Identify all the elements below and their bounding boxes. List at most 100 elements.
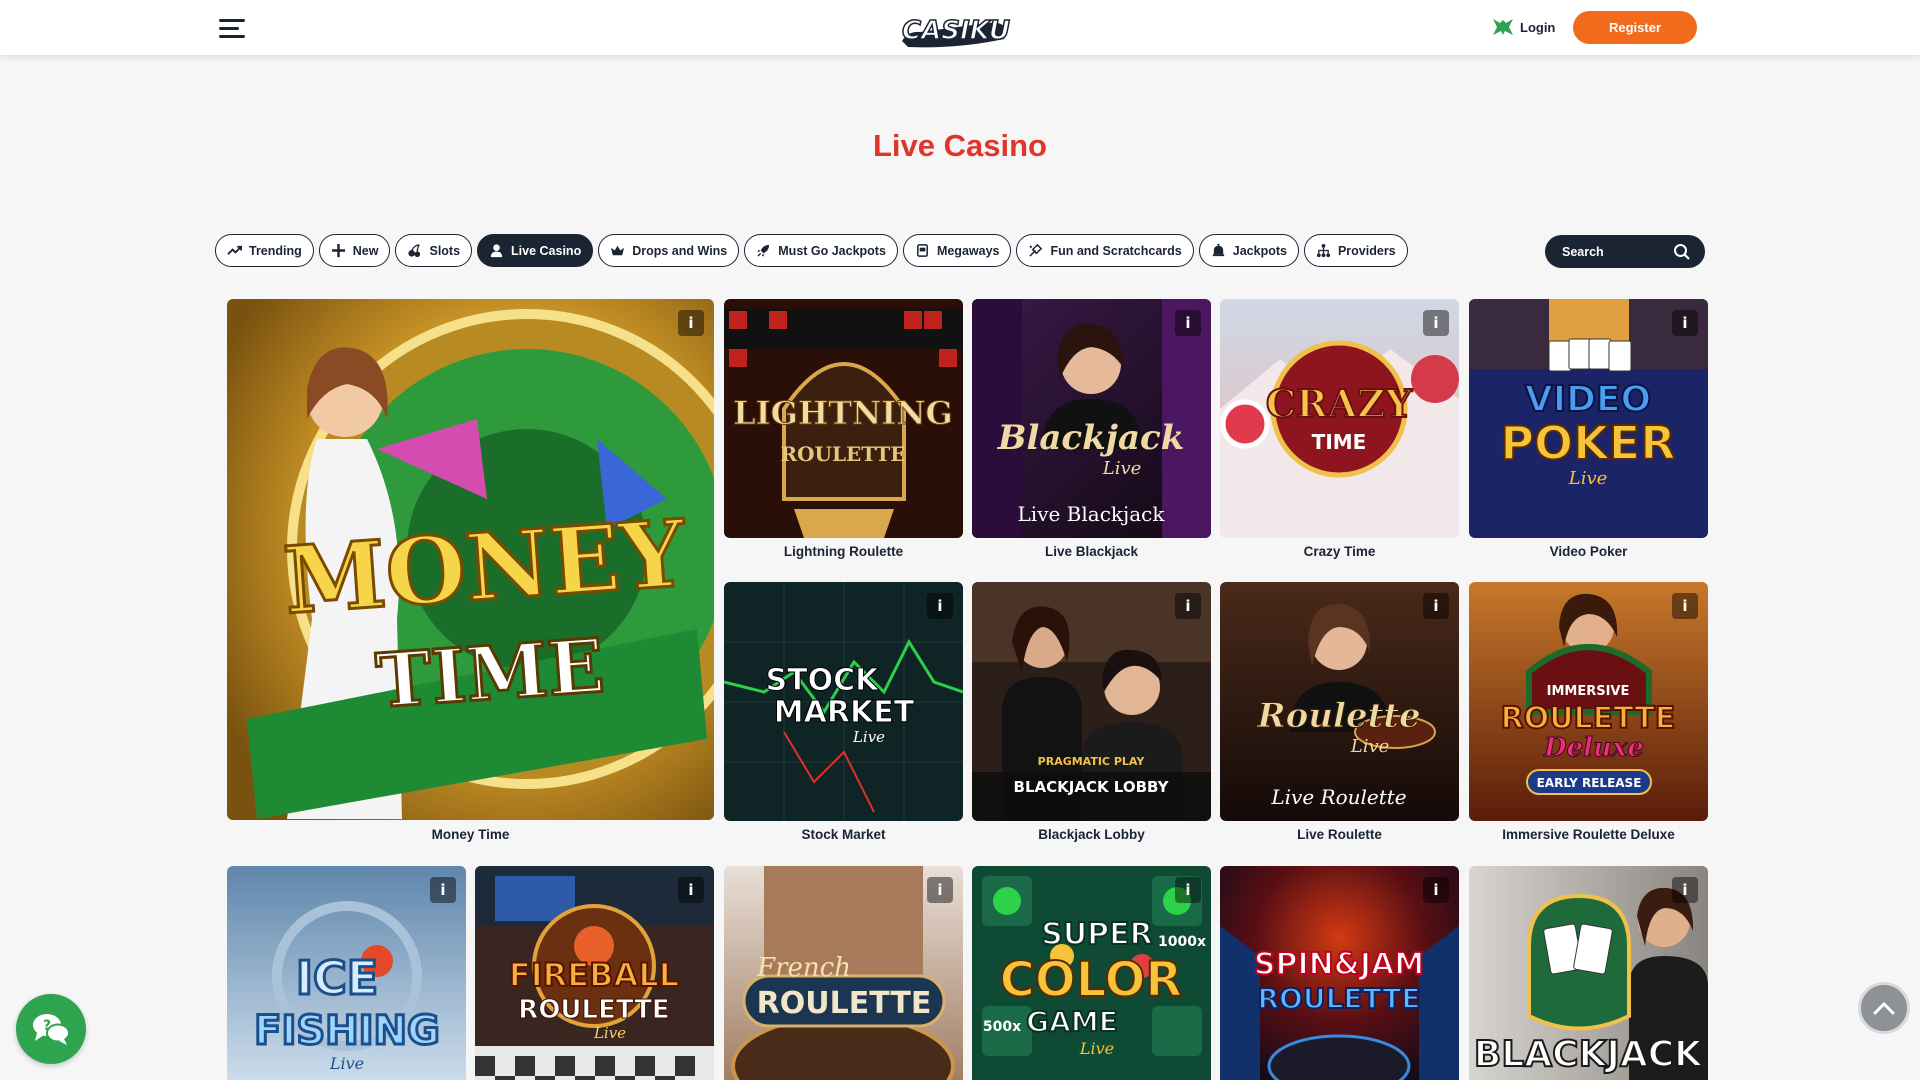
live-chat-button[interactable]: ? bbox=[16, 994, 86, 1064]
game-tile-video-poker[interactable]: VIDEO POKER Live i Video Poker bbox=[1469, 299, 1708, 561]
game-info-button[interactable]: i bbox=[1175, 310, 1201, 336]
game-info-button[interactable]: i bbox=[1175, 877, 1201, 903]
game-tile-money-time[interactable]: MONEY TIME i Money Time bbox=[227, 299, 714, 844]
game-thumbnail[interactable]: SUPER 1000x COLOR 500x GAME Live i bbox=[972, 866, 1211, 1080]
scroll-to-top-button[interactable] bbox=[1858, 982, 1910, 1034]
art-subtitle: FISHING bbox=[254, 1008, 440, 1054]
casiku-logo[interactable]: CASIKU bbox=[898, 5, 1014, 51]
game-tile-live-blackjack[interactable]: Blackjack Live Live Blackjack i Live Bla… bbox=[972, 299, 1211, 561]
category-live-casino[interactable]: Live Casino bbox=[477, 234, 594, 267]
game-tile-blackjack-lobby[interactable]: PRAGMATIC PLAY BLACKJACK LOBBY i Blackja… bbox=[972, 582, 1211, 844]
game-info-button[interactable]: i bbox=[927, 593, 953, 619]
search-input[interactable] bbox=[1562, 244, 1662, 259]
immersive-roulette-artwork: IMMERSIVE ROULETTE Deluxe EARLY RELEASE bbox=[1469, 582, 1708, 821]
game-title[interactable]: Video Poker bbox=[1469, 544, 1708, 559]
login-link[interactable]: Login bbox=[1492, 17, 1555, 37]
bell-icon bbox=[1212, 243, 1224, 257]
dealer-icon bbox=[490, 244, 503, 258]
game-thumbnail[interactable]: BLACKJACK i bbox=[1469, 866, 1708, 1080]
game-info-button[interactable]: i bbox=[1672, 593, 1698, 619]
magnifier-icon[interactable] bbox=[1673, 243, 1691, 261]
art-title: BLACKJACK LOBBY bbox=[1014, 778, 1170, 796]
game-tile-ice-fishing[interactable]: ICE FISHING Live i bbox=[227, 866, 466, 1080]
game-thumbnail[interactable]: ICE FISHING Live i bbox=[227, 866, 466, 1080]
blackjack-lobby-artwork: PRAGMATIC PLAY BLACKJACK LOBBY bbox=[972, 582, 1211, 821]
site-header: CASIKU Login Register bbox=[0, 0, 1920, 55]
game-thumbnail[interactable]: Blackjack Live Live Blackjack i bbox=[972, 299, 1211, 538]
category-trending[interactable]: Trending bbox=[215, 234, 314, 267]
game-title[interactable]: Immersive Roulette Deluxe bbox=[1469, 827, 1708, 842]
live-blackjack-artwork: Blackjack Live Live Blackjack bbox=[972, 299, 1211, 538]
game-info-button[interactable]: i bbox=[927, 877, 953, 903]
game-tile-lightning-roulette[interactable]: LIGHTNING ROULETTE Lightning Roulette bbox=[724, 299, 963, 561]
game-title[interactable]: Crazy Time bbox=[1220, 544, 1459, 559]
game-tile-live-roulette[interactable]: Roulette Live Live Roulette i Live Roule… bbox=[1220, 582, 1459, 844]
game-info-button[interactable]: i bbox=[678, 877, 704, 903]
game-thumbnail[interactable]: SPIN&JAM ROULETTE i bbox=[1220, 866, 1459, 1080]
art-title: Roulette bbox=[1256, 696, 1420, 736]
art-title: ROULETTE bbox=[1501, 701, 1676, 736]
game-tile-blackjack[interactable]: BLACKJACK i bbox=[1469, 866, 1708, 1080]
game-tile-fireball-roulette[interactable]: FIREBALL ROULETTE Live i bbox=[475, 866, 714, 1080]
game-thumbnail[interactable]: LIGHTNING ROULETTE bbox=[724, 299, 963, 538]
category-megaways[interactable]: Megaways bbox=[902, 234, 1012, 267]
game-info-button[interactable]: i bbox=[1423, 877, 1449, 903]
game-thumbnail[interactable]: VIDEO POKER Live i bbox=[1469, 299, 1708, 538]
game-info-button[interactable]: i bbox=[678, 310, 704, 336]
game-thumbnail[interactable]: IMMERSIVE ROULETTE Deluxe EARLY RELEASE … bbox=[1469, 582, 1708, 821]
game-title[interactable]: Money Time bbox=[227, 827, 714, 842]
register-button[interactable]: Register bbox=[1573, 11, 1697, 44]
game-thumbnail[interactable]: MONEY TIME i bbox=[227, 299, 714, 820]
art-multiplier-1000: 1000x bbox=[1158, 934, 1206, 950]
game-info-button[interactable]: i bbox=[1672, 310, 1698, 336]
game-title[interactable]: Stock Market bbox=[724, 827, 963, 842]
game-title[interactable]: Live Roulette bbox=[1220, 827, 1459, 842]
category-new[interactable]: New bbox=[318, 234, 391, 267]
game-tile-french-roulette[interactable]: French ROULETTE i bbox=[724, 866, 963, 1080]
category-fun-and-scratchcards[interactable]: Fun and Scratchcards bbox=[1016, 234, 1194, 267]
category-label: Fun and Scratchcards bbox=[1050, 243, 1182, 258]
art-title: CRAZY bbox=[1266, 381, 1413, 426]
category-slots[interactable]: Slots bbox=[395, 234, 473, 267]
category-label: Must Go Jackpots bbox=[778, 243, 886, 258]
art-subtitle: ROULETTE bbox=[780, 442, 905, 466]
art-badge: EARLY RELEASE bbox=[1537, 776, 1642, 790]
art-super: SUPER bbox=[1041, 917, 1153, 952]
game-thumbnail[interactable]: PRAGMATIC PLAY BLACKJACK LOBBY i bbox=[972, 582, 1211, 821]
game-info-button[interactable]: i bbox=[1175, 593, 1201, 619]
chevron-up-icon bbox=[1873, 1001, 1895, 1015]
game-title[interactable]: Blackjack Lobby bbox=[972, 827, 1211, 842]
category-label: Megaways bbox=[936, 243, 1000, 258]
game-title[interactable]: Lightning Roulette bbox=[724, 544, 963, 559]
category-providers[interactable]: Providers bbox=[1303, 234, 1408, 267]
game-thumbnail[interactable]: French ROULETTE i bbox=[724, 866, 963, 1080]
category-drops-and-wins[interactable]: Drops and Wins bbox=[598, 234, 740, 267]
game-thumbnail[interactable]: STOCK MARKET Live i bbox=[724, 582, 963, 821]
game-thumbnail[interactable]: FIREBALL ROULETTE Live i bbox=[475, 866, 714, 1080]
game-title[interactable]: Live Blackjack bbox=[972, 544, 1211, 559]
game-tile-immersive-roulette-deluxe[interactable]: IMMERSIVE ROULETTE Deluxe EARLY RELEASE … bbox=[1469, 582, 1708, 844]
art-immersive: IMMERSIVE bbox=[1547, 684, 1630, 699]
category-must-go-jackpots[interactable]: Must Go Jackpots bbox=[744, 234, 898, 267]
game-thumbnail[interactable]: CRAZY TIME i bbox=[1220, 299, 1459, 538]
game-info-button[interactable]: i bbox=[430, 877, 456, 903]
game-info-button[interactable]: i bbox=[1423, 310, 1449, 336]
game-info-button[interactable]: i bbox=[1672, 877, 1698, 903]
game-tile-super-color-game[interactable]: SUPER 1000x COLOR 500x GAME Live i bbox=[972, 866, 1211, 1080]
game-info-button[interactable]: i bbox=[1423, 593, 1449, 619]
network-icon bbox=[1316, 243, 1331, 258]
hamburger-menu-icon[interactable] bbox=[219, 18, 245, 40]
art-subtitle: POKER bbox=[1500, 416, 1675, 470]
game-tile-spin-and-jam-roulette[interactable]: SPIN&JAM ROULETTE i bbox=[1220, 866, 1459, 1080]
art-subtitle: ROULETTE bbox=[1257, 982, 1420, 1015]
chat-bubble-icon: ? bbox=[33, 1014, 70, 1045]
search-box[interactable] bbox=[1545, 235, 1705, 268]
cherries-icon bbox=[408, 244, 421, 258]
game-tile-crazy-time[interactable]: CRAZY TIME i Crazy Time bbox=[1220, 299, 1459, 561]
game-thumbnail[interactable]: Roulette Live Live Roulette i bbox=[1220, 582, 1459, 821]
art-title: LIGHTNING bbox=[733, 394, 953, 432]
category-jackpots[interactable]: Jackpots bbox=[1198, 234, 1299, 267]
art-deluxe: Deluxe bbox=[1543, 733, 1644, 763]
scratch-icon bbox=[1029, 243, 1043, 257]
game-tile-stock-market[interactable]: STOCK MARKET Live i Stock Market bbox=[724, 582, 963, 844]
